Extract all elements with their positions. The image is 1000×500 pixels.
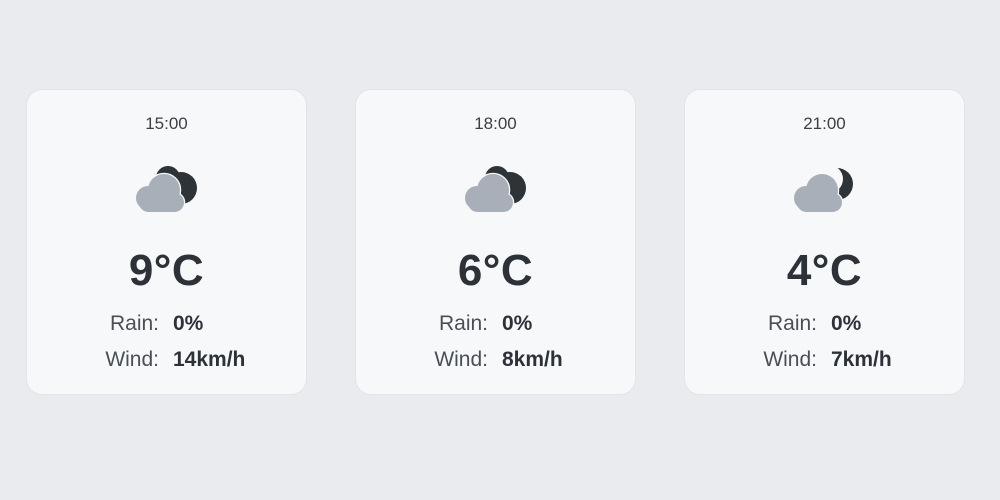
wind-label: Wind: — [105, 348, 159, 371]
wind-label: Wind: — [434, 348, 488, 371]
forecast-card-21[interactable]: 21:00 4°C Rain: 0% Wind: 7km/h — [684, 89, 965, 395]
wind-row: Wind: 8km/h — [356, 348, 635, 374]
forecast-time: 21:00 — [803, 114, 846, 133]
rain-label: Rain: — [109, 312, 159, 335]
temperature: 9°C — [128, 246, 205, 295]
temperature: 6°C — [457, 246, 534, 295]
wind-row: Wind: 7km/h — [685, 348, 964, 374]
forecast-card-18[interactable]: 18:00 6°C Rain: 0% Wind: 8km/h — [355, 89, 636, 395]
wind-row: Wind: 14km/h — [27, 348, 306, 374]
rain-value: 0% — [502, 312, 533, 335]
forecast-time: 15:00 — [145, 114, 188, 133]
wind-value: 8km/h — [502, 348, 563, 371]
temperature: 4°C — [786, 246, 863, 295]
rain-row: Rain: 0% — [685, 312, 964, 338]
wind-label: Wind: — [763, 348, 817, 371]
rain-label: Rain: — [767, 312, 817, 335]
wind-value: 7km/h — [831, 348, 892, 371]
forecast-time: 18:00 — [474, 114, 517, 133]
wind-value: 14km/h — [173, 348, 246, 371]
hourly-forecast: 15:00 9°C Rain: 0% Wind: 14km/h 18:00 6°… — [0, 0, 1000, 500]
rain-label: Rain: — [438, 312, 488, 335]
rain-row: Rain: 0% — [27, 312, 306, 338]
cloudy-night-icon — [134, 166, 197, 214]
forecast-card-15[interactable]: 15:00 9°C Rain: 0% Wind: 14km/h — [26, 89, 307, 395]
cloudy-night-icon — [792, 165, 853, 214]
cloudy-night-icon — [463, 166, 526, 214]
rain-row: Rain: 0% — [356, 312, 635, 338]
rain-value: 0% — [831, 312, 862, 335]
rain-value: 0% — [173, 312, 204, 335]
